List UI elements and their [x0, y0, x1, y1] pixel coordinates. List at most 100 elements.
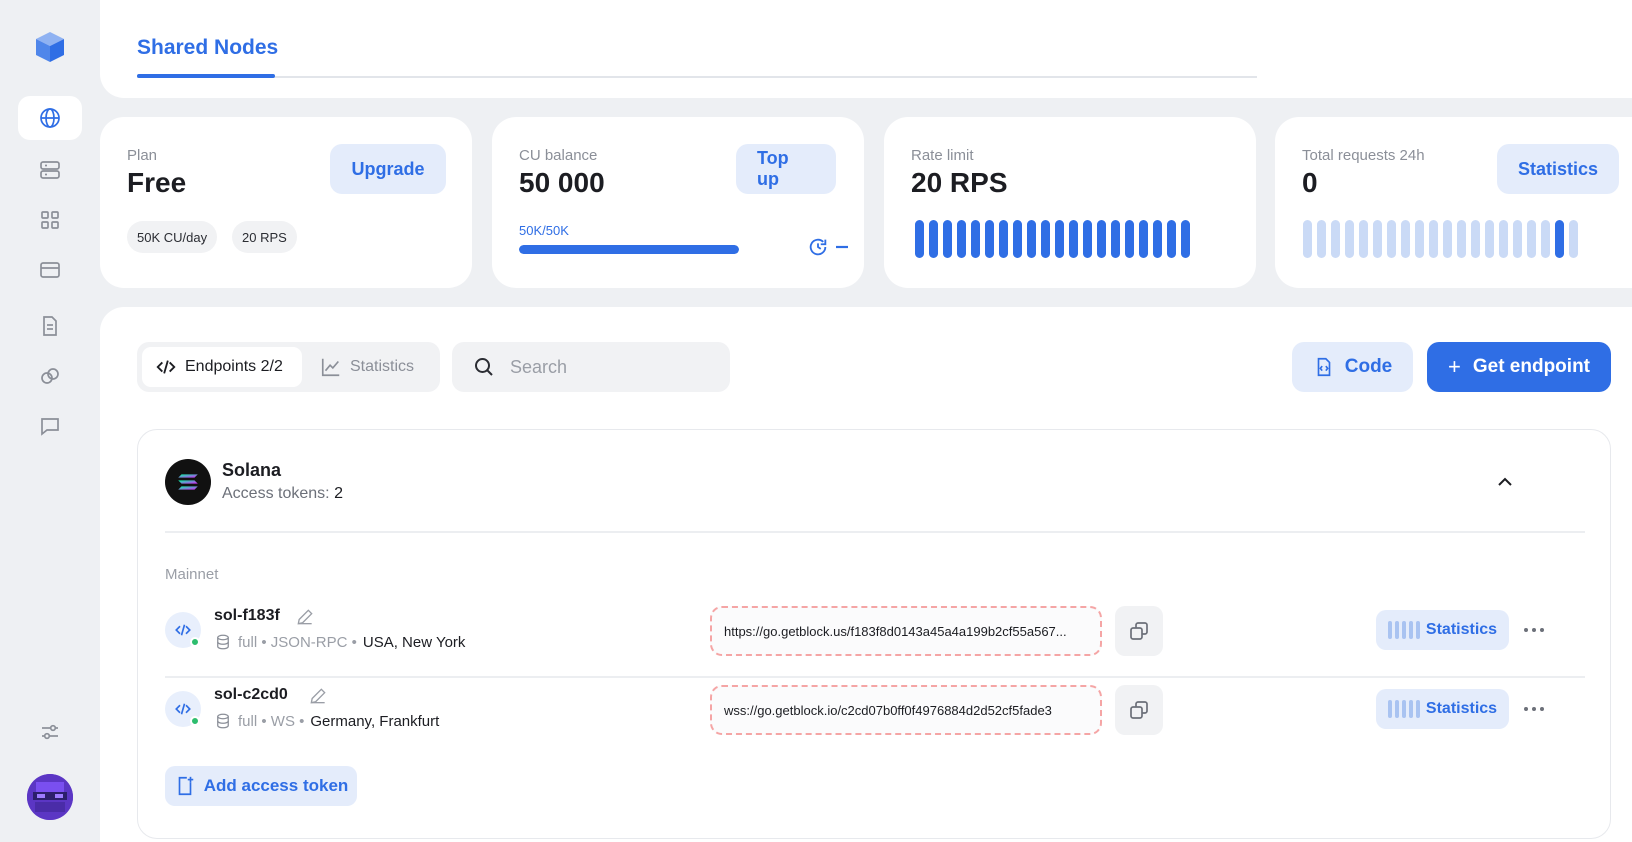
- plus-icon: +: [1447, 354, 1461, 379]
- chat-icon: [41, 418, 59, 436]
- endpoint-location: Germany, Frankfurt: [310, 712, 440, 730]
- meta-separator: •: [347, 633, 357, 651]
- statistics-button[interactable]: Statistics: [1497, 144, 1619, 194]
- nav-links[interactable]: [18, 354, 82, 398]
- meter-bar: [1513, 220, 1522, 258]
- access-tokens-count: 2: [334, 485, 343, 502]
- copy-url-button[interactable]: [1115, 606, 1163, 656]
- credit-card-icon: [40, 262, 60, 278]
- plan-value: Free: [127, 167, 187, 198]
- minus-icon[interactable]: [834, 236, 850, 258]
- chart-icon: [321, 358, 340, 377]
- tab-shared-nodes[interactable]: Shared Nodes: [137, 36, 278, 60]
- code-icon: [156, 360, 176, 374]
- network-name: Solana: [222, 460, 282, 480]
- nav-shared-nodes[interactable]: [18, 96, 82, 140]
- endpoint-meta: full • WS • Germany, Frankfurt: [214, 712, 439, 730]
- cu-balance-label: CU balance: [519, 147, 598, 164]
- meter-bar: [1083, 220, 1092, 258]
- globe-icon: [40, 108, 60, 128]
- get-endpoint-label: Get endpoint: [1472, 356, 1590, 377]
- meter-bar: [1111, 220, 1120, 258]
- get-endpoint-button[interactable]: + Get endpoint: [1427, 342, 1611, 392]
- sidebar: [0, 0, 100, 842]
- endpoint-statistics-button[interactable]: Statistics: [1376, 689, 1509, 729]
- endpoint-location: USA, New York: [362, 633, 466, 651]
- nav-support[interactable]: [18, 404, 82, 448]
- online-status-dot: [190, 637, 200, 647]
- solana-logo-icon: [165, 459, 211, 505]
- requests-value: 0: [1302, 167, 1318, 198]
- endpoint-mode: full: [238, 633, 258, 651]
- tab-statistics[interactable]: Statistics: [307, 347, 427, 387]
- endpoint-statistics-label: Statistics: [1425, 700, 1498, 717]
- meter-bar: [1345, 220, 1354, 258]
- plan-chip-cu: 50K CU/day: [127, 221, 218, 253]
- nav-docs[interactable]: [18, 304, 82, 348]
- meter-bar: [1027, 220, 1036, 258]
- copy-icon: [1130, 622, 1148, 640]
- more-options-icon[interactable]: [1522, 622, 1546, 638]
- grid-icon: [41, 211, 59, 229]
- code-file-icon: [1317, 357, 1331, 377]
- meter-bar: [1139, 220, 1148, 258]
- endpoint-mode: full: [238, 712, 258, 730]
- upgrade-button[interactable]: Upgrade: [330, 144, 446, 194]
- endpoint-url[interactable]: https://go.getblock.us/f183f8d0143a45a4a…: [710, 606, 1102, 656]
- auto-refill-icon[interactable]: [807, 236, 829, 258]
- section-mainnet: Mainnet: [165, 566, 219, 583]
- nav-billing[interactable]: [18, 248, 82, 292]
- link-icon: [41, 368, 59, 384]
- endpoints-panel: Endpoints 2/2 Statistics Code + Get endp…: [100, 307, 1632, 842]
- more-options-icon[interactable]: [1522, 701, 1546, 717]
- add-access-token-button[interactable]: Add access token: [165, 766, 357, 806]
- document-icon: [43, 316, 57, 336]
- meter-bar: [1443, 220, 1452, 258]
- nav-dedicated-nodes[interactable]: [18, 148, 82, 192]
- endpoint-statistics-button[interactable]: Statistics: [1376, 610, 1509, 650]
- edit-pencil-icon[interactable]: [308, 686, 328, 706]
- cu-progress-bar: [519, 245, 739, 254]
- meta-separator: •: [294, 712, 305, 730]
- endpoint-name: sol-c2cd0: [214, 686, 288, 703]
- meter-bar: [1471, 220, 1480, 258]
- database-icon: [217, 634, 229, 650]
- requests-bars: [1303, 220, 1578, 258]
- plan-label: Plan: [127, 147, 158, 164]
- tab-endpoints[interactable]: Endpoints 2/2: [142, 347, 302, 387]
- endpoint-url[interactable]: wss://go.getblock.io/c2cd07b0ff0f4976884…: [710, 685, 1102, 735]
- edit-pencil-icon[interactable]: [295, 607, 315, 627]
- top-up-button[interactable]: Top up: [736, 144, 836, 194]
- nav-dashboard[interactable]: [18, 198, 82, 242]
- meter-bar: [1167, 220, 1176, 258]
- meter-bar: [1303, 220, 1312, 258]
- endpoint-protocol: JSON-RPC: [270, 633, 348, 651]
- search-box[interactable]: [452, 342, 730, 392]
- plan-chip-rps: 20 RPS: [232, 221, 297, 253]
- server-icon: [40, 161, 60, 179]
- database-icon: [217, 713, 229, 729]
- meter-bar: [1373, 220, 1382, 258]
- code-button-label: Code: [1344, 356, 1393, 377]
- nav-settings[interactable]: [18, 710, 82, 754]
- copy-url-button[interactable]: [1115, 685, 1163, 735]
- meter-bar: [1317, 220, 1326, 258]
- cu-usage-text: 50K/50K: [519, 223, 569, 238]
- meter-bar: [943, 220, 952, 258]
- endpoint-protocol: WS: [270, 712, 295, 730]
- meter-bar: [1153, 220, 1162, 258]
- meter-bar: [1055, 220, 1064, 258]
- meter-bar: [999, 220, 1008, 258]
- add-document-icon: [178, 776, 193, 796]
- code-button[interactable]: Code: [1292, 342, 1413, 392]
- online-status-dot: [190, 716, 200, 726]
- tab-divider: [137, 76, 1257, 78]
- rate-limit-value: 20 RPS: [911, 167, 1008, 198]
- avatar[interactable]: [27, 774, 73, 820]
- getblock-logo-icon[interactable]: [33, 30, 67, 64]
- network-card-solana: Solana Access tokens: 2 Mainnet sol-f183…: [137, 429, 1611, 839]
- chevron-up-icon[interactable]: [1493, 470, 1517, 494]
- tab-statistics-label: Statistics: [350, 358, 415, 375]
- endpoint-meta: full • JSON-RPC • USA, New York: [214, 633, 465, 651]
- search-input[interactable]: [510, 356, 700, 378]
